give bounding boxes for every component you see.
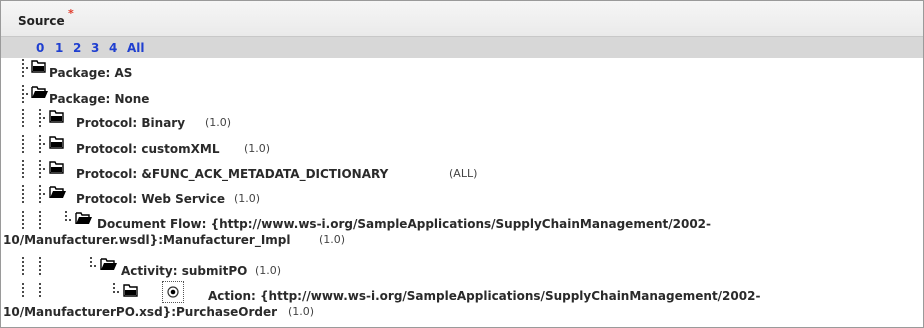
folder-open-icon[interactable] (22, 184, 82, 204)
version-label: (1.0) (234, 192, 261, 205)
tree-node-label-continued[interactable]: 10/Manufacturer.wsdl}:Manufacturer_Impl (3, 233, 291, 247)
tree-node-package-as[interactable]: Package: AS (1, 58, 923, 80)
tree-node-action[interactable]: Action: {http://www.ws-i.org/SampleAppli… (1, 281, 923, 326)
tree-node-label[interactable]: Action: {http://www.ws-i.org/SampleAppli… (208, 289, 760, 303)
version-label: (1.0) (255, 264, 282, 277)
select-radio-button[interactable] (162, 281, 184, 303)
tree-node-label[interactable]: Package: AS (49, 66, 132, 80)
folder-closed-icon[interactable] (22, 134, 82, 154)
folder-open-icon[interactable] (22, 256, 132, 276)
tree-node-label[interactable]: Protocol: Binary (76, 116, 185, 130)
version-label: (1.0) (205, 116, 232, 129)
version-label: (ALL) (449, 167, 478, 180)
version-label: (1.0) (288, 305, 315, 318)
tree-node-label[interactable]: Package: None (49, 92, 149, 106)
tree-node-protocol-web-service[interactable]: Protocol: Web Service (1.0) (1, 184, 923, 206)
folder-closed-icon[interactable] (22, 108, 82, 128)
source-panel: Source * 0 1 2 3 4 All Package: AS Packa… (0, 0, 924, 328)
folder-closed-icon[interactable] (22, 159, 82, 179)
tree-node-package-none[interactable]: Package: None (1, 84, 923, 106)
tree-node-label[interactable]: Protocol: customXML (76, 142, 220, 156)
version-label: (1.0) (319, 233, 346, 246)
tree-node-label-continued[interactable]: 10/ManufacturerPO.xsd}:PurchaseOrder (3, 305, 277, 319)
tree-node-label[interactable]: Protocol: Web Service (76, 192, 225, 206)
version-label: (1.0) (244, 142, 271, 155)
tree-node-label[interactable]: Protocol: &FUNC_ACK_METADATA_DICTIONARY (76, 167, 388, 181)
tree-node-activity[interactable]: Activity: submitPO (1.0) (1, 256, 923, 278)
folder-closed-icon[interactable] (22, 282, 162, 304)
tree-node-protocol-customxml[interactable]: Protocol: customXML (1.0) (1, 134, 923, 156)
tree-node-label[interactable]: Activity: submitPO (121, 264, 247, 278)
tree-node-protocol-binary[interactable]: Protocol: Binary (1.0) (1, 108, 923, 130)
tree-node-protocol-func-ack[interactable]: Protocol: &FUNC_ACK_METADATA_DICTIONARY … (1, 159, 923, 181)
tree-node-document-flow[interactable]: Document Flow: {http://www.ws-i.org/Samp… (1, 210, 923, 247)
tree-node-label[interactable]: Document Flow: {http://www.ws-i.org/Samp… (97, 217, 711, 231)
radio-selected-icon[interactable] (163, 282, 183, 302)
